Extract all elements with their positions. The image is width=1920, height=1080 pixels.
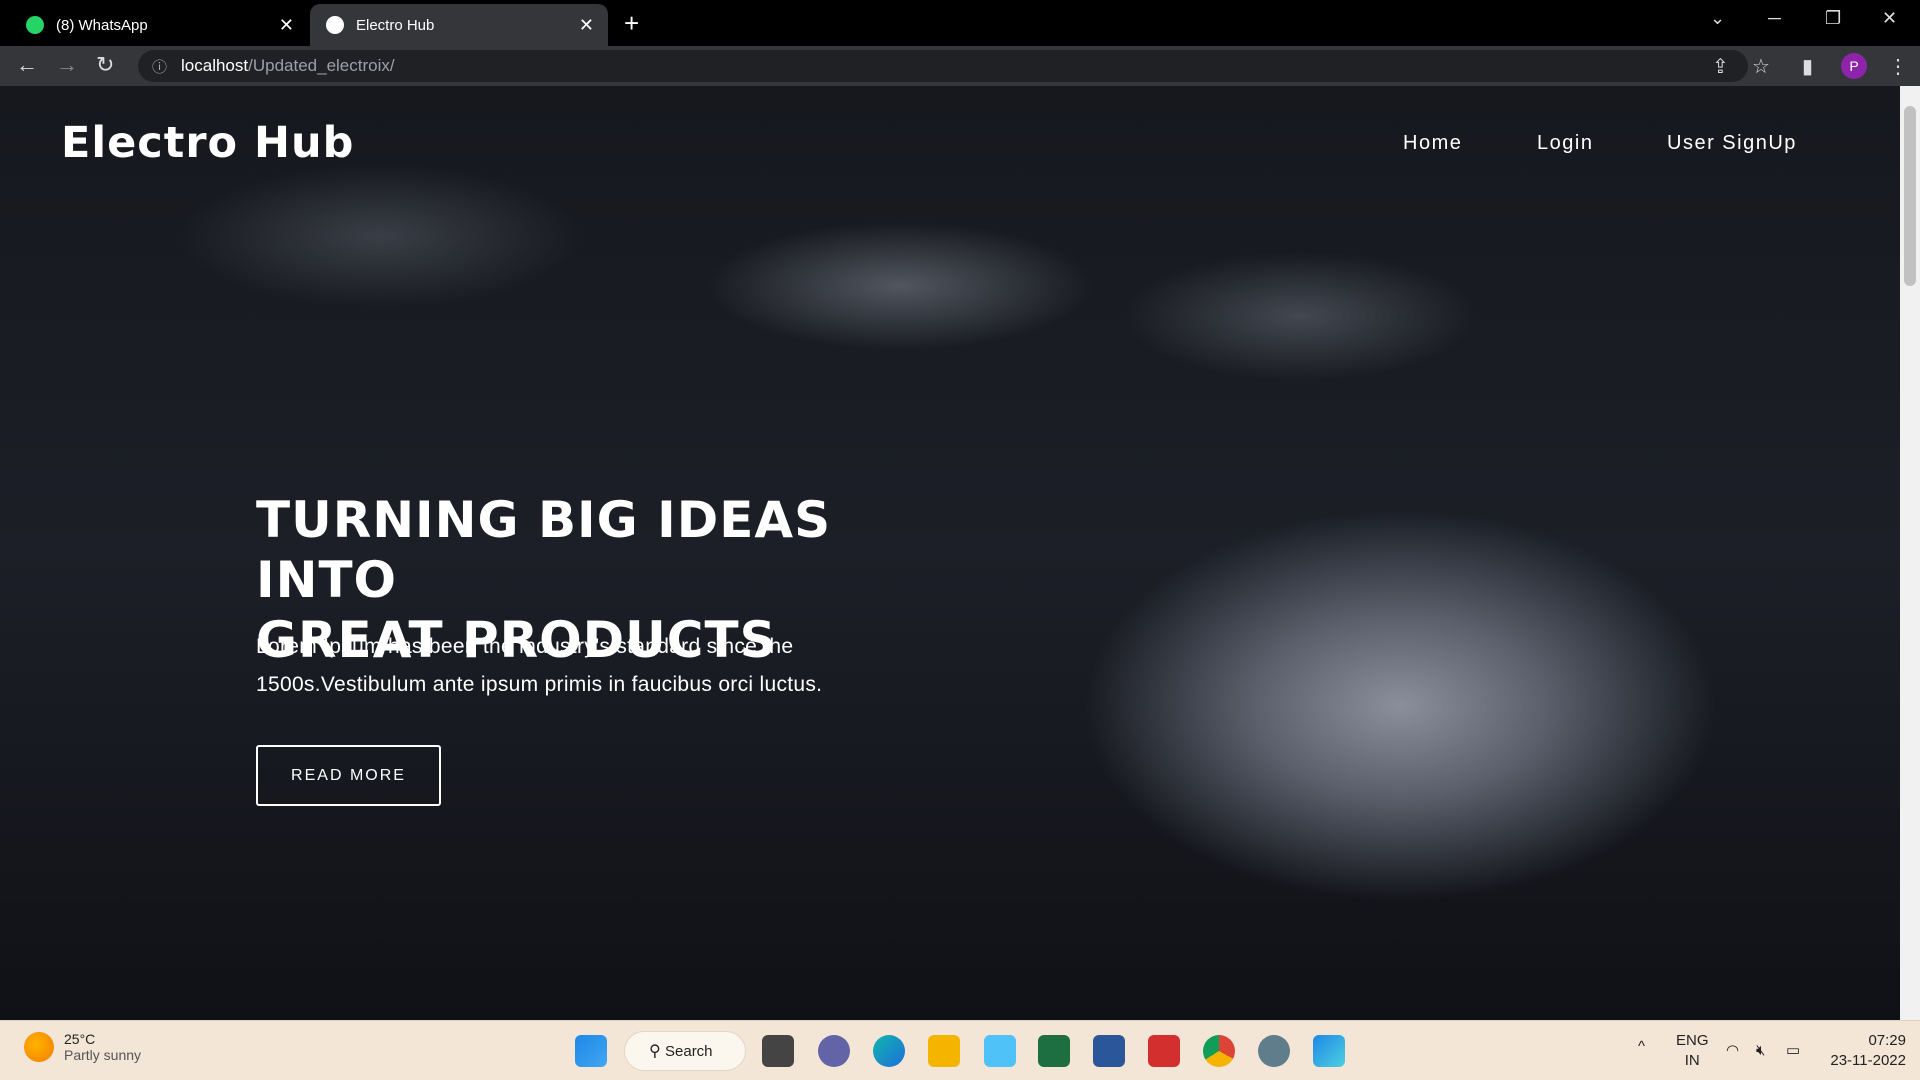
settings-icon[interactable]: [1258, 1035, 1290, 1067]
photos-icon[interactable]: [1313, 1035, 1345, 1067]
lang-code: ENG: [1676, 1032, 1709, 1049]
read-more-button[interactable]: READ MORE: [256, 745, 441, 806]
hero-section: Electro Hub Home Login User SignUp TURNI…: [0, 86, 1900, 1020]
hero-text-line1: Lorem Ipsum has been the industry's stan…: [256, 635, 794, 658]
tab-search-icon[interactable]: ⌄: [1710, 8, 1725, 29]
acrobat-icon[interactable]: [1148, 1035, 1180, 1067]
forward-icon[interactable]: →: [56, 52, 78, 78]
url-path: /Updated_electroix/: [248, 56, 395, 75]
weather-icon: [24, 1032, 54, 1062]
scrollbar-thumb[interactable]: [1904, 106, 1916, 286]
restore-icon[interactable]: ❐: [1825, 8, 1841, 29]
menu-icon[interactable]: ⋮: [1888, 54, 1908, 79]
tab-title: (8) WhatsApp: [56, 16, 148, 34]
globe-icon: [326, 16, 344, 34]
tab-bar: (8) WhatsApp ✕ Electro Hub ✕ + ⌄ ─ ❐ ✕: [0, 0, 1920, 46]
chrome-icon[interactable]: [1203, 1035, 1235, 1067]
tab-title: Electro Hub: [356, 16, 435, 34]
hero-description: Lorem Ipsum has been the industry's stan…: [256, 628, 936, 704]
nav-user-signup[interactable]: User SignUp: [1667, 132, 1797, 155]
temperature: 25°C: [64, 1031, 96, 1047]
windows-start-icon[interactable]: [575, 1035, 607, 1067]
teams-chat-icon[interactable]: [818, 1035, 850, 1067]
info-icon: ⓘ: [152, 58, 168, 76]
profile-avatar[interactable]: P: [1841, 53, 1867, 79]
battery-icon[interactable]: ▭: [1786, 1041, 1800, 1061]
nav-login[interactable]: Login: [1537, 132, 1593, 155]
date: 23-11-2022: [1830, 1052, 1906, 1069]
minimize-icon[interactable]: ─: [1768, 8, 1781, 29]
nav-home[interactable]: Home: [1403, 132, 1462, 155]
close-window-icon[interactable]: ✕: [1882, 8, 1897, 29]
taskbar: 25°C Partly sunny ⚲ Search ^ ENG IN ◠ 🔇︎ ▭ …: [0, 1020, 1920, 1080]
share-icon[interactable]: ⇪: [1712, 54, 1729, 79]
show-hidden-icons[interactable]: ^: [1638, 1037, 1645, 1057]
hero-title-line1: TURNING BIG IDEAS INTO: [256, 491, 832, 609]
search-label: Search: [665, 1042, 713, 1060]
wifi-icon[interactable]: ◠: [1726, 1041, 1739, 1061]
whatsapp-icon: [26, 16, 44, 34]
tab-whatsapp[interactable]: (8) WhatsApp ✕: [10, 4, 308, 46]
taskbar-search[interactable]: ⚲ Search: [624, 1031, 746, 1071]
tab-electro-hub[interactable]: Electro Hub ✕: [310, 4, 608, 46]
task-view-icon[interactable]: [762, 1035, 794, 1067]
back-icon[interactable]: ←: [16, 52, 38, 78]
site-logo[interactable]: Electro Hub: [61, 118, 354, 168]
new-tab-button[interactable]: +: [624, 8, 639, 39]
mute-icon[interactable]: 🔇︎: [1756, 1041, 1765, 1061]
weather-text: Partly sunny: [64, 1047, 142, 1063]
edge-icon[interactable]: [873, 1035, 905, 1067]
bookmark-star-icon[interactable]: ☆: [1752, 54, 1770, 79]
excel-icon[interactable]: [1038, 1035, 1070, 1067]
region-code: IN: [1684, 1052, 1700, 1069]
url-input[interactable]: ⓘ localhost/Updated_electroix/: [138, 50, 1748, 82]
file-explorer-icon[interactable]: [928, 1035, 960, 1067]
close-tab-icon[interactable]: ✕: [279, 15, 294, 36]
time: 07:29: [1868, 1032, 1906, 1049]
clock[interactable]: 07:29 23-11-2022: [1826, 1031, 1906, 1071]
url-host: localhost: [181, 56, 249, 75]
close-tab-icon[interactable]: ✕: [579, 15, 594, 36]
search-icon: ⚲: [649, 1043, 661, 1060]
word-icon[interactable]: [1093, 1035, 1125, 1067]
language-indicator[interactable]: ENG IN: [1676, 1031, 1709, 1071]
hero-text-line2: 1500s.Vestibulum ante ipsum primis in fa…: [256, 673, 823, 696]
side-panel-icon[interactable]: ▮: [1802, 54, 1813, 79]
weather-widget[interactable]: 25°C Partly sunny: [24, 1031, 141, 1063]
page-scrollbar[interactable]: [1900, 86, 1920, 1020]
control-panel-icon[interactable]: [984, 1035, 1016, 1067]
reload-icon[interactable]: ↻: [96, 52, 114, 78]
address-bar: ← → ↻ ⓘ localhost/Updated_electroix/ ⇪ ☆…: [0, 46, 1920, 86]
